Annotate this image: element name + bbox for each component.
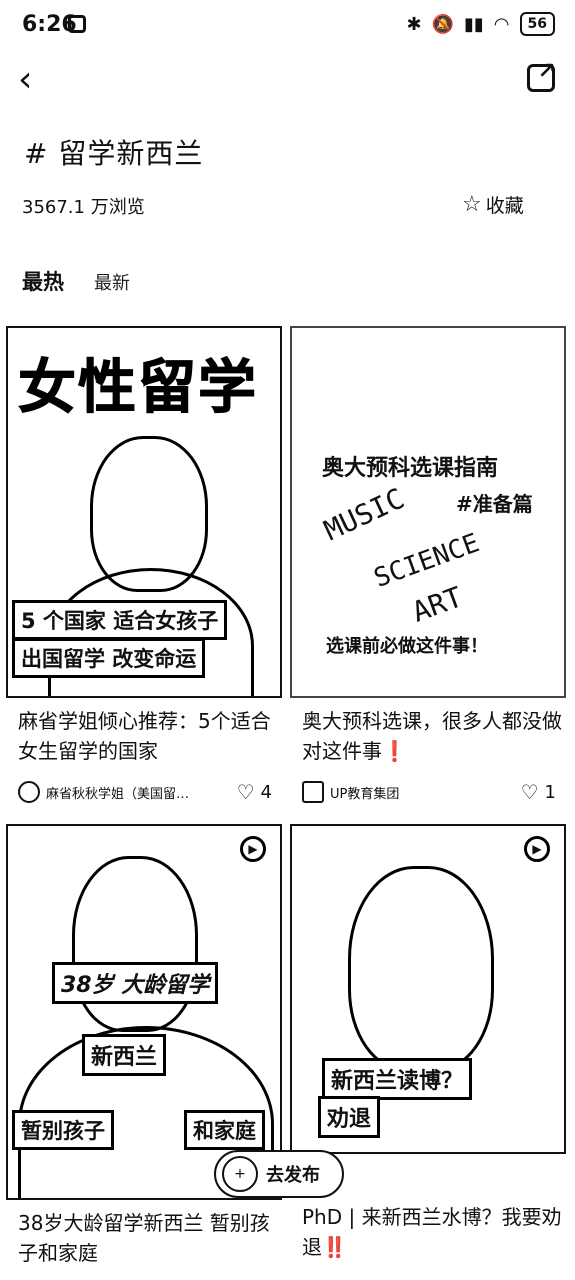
like-button[interactable]: ♡ 1 <box>521 780 566 804</box>
publish-button[interactable]: + 去发布 <box>214 1150 344 1198</box>
notification-icon <box>68 15 86 33</box>
author[interactable]: UP教育集团 <box>302 781 399 803</box>
like-count: 1 <box>544 781 556 803</box>
share-icon: ↗ <box>537 59 556 84</box>
post-title[interactable]: 奥大预科选课，很多人都没做对这件事❗️ <box>290 706 566 766</box>
heart-icon: ♡ <box>236 780 255 804</box>
wifi-icon: ◠ <box>493 13 510 35</box>
post-thumbnail[interactable]: ▶ 38岁 大龄留学 新西兰 暂别孩子 和家庭 <box>6 824 282 1200</box>
post-card[interactable]: MUSIC ART SCIENCE 奥大预科选课指南 #准备篇 选课前必做这件事… <box>290 326 566 804</box>
post-title[interactable]: 38岁大龄留学新西兰 暂别孩子和家庭 <box>6 1208 282 1268</box>
post-card[interactable]: 女性留学 5 个国家 适合女孩子 出国留学 改变命运 麻省学姐倾心推荐：5个适合… <box>6 326 282 804</box>
avatar[interactable] <box>18 781 40 803</box>
thumb-word: ART <box>407 580 467 629</box>
thumb-subtitle: #准备篇 <box>450 486 539 519</box>
status-bar: 6:26 ✱ 🔕 ▮▮ ◠ 56 <box>0 0 575 52</box>
status-icons: ✱ 🔕 ▮▮ ◠ 56 <box>406 12 555 36</box>
publish-icon: + <box>222 1156 258 1192</box>
like-button[interactable]: ♡ 4 <box>237 780 282 804</box>
post-title[interactable]: 麻省学姐倾心推荐：5个适合女生留学的国家 <box>6 706 282 766</box>
signal-icon: ▮▮ <box>463 13 484 35</box>
back-button[interactable]: ‹ <box>18 60 58 100</box>
post-thumbnail[interactable]: 女性留学 5 个国家 适合女孩子 出国留学 改变命运 <box>6 326 282 698</box>
thumb-subtitle: 新西兰 <box>82 1034 167 1076</box>
post-thumbnail[interactable]: ▶ 新西兰读博？ 劝退 <box>290 824 566 1154</box>
thumb-headline: 奥大预科选课指南 <box>316 448 505 484</box>
author-name: 麻省秋秋学姐（美国留… <box>46 786 190 802</box>
sort-tabs: 最热 最新 <box>22 266 130 296</box>
author[interactable]: 麻省秋秋学姐（美国留… <box>18 781 189 803</box>
author-name: UP教育集团 <box>330 786 400 802</box>
page-title: # 留学新西兰 <box>24 137 204 170</box>
play-icon: ▶ <box>524 836 550 862</box>
thumb-subtitle: 选课前必做这件事！ <box>320 630 494 660</box>
view-count: 3567.1 万浏览 <box>22 197 145 218</box>
thumb-subtitle: 和家庭 <box>184 1110 265 1150</box>
thumb-headline: 新西兰读博？ <box>322 1058 473 1100</box>
share-button[interactable]: ↗ <box>527 59 556 92</box>
thumb-headline: 38岁 大龄留学 <box>52 962 219 1004</box>
post-thumbnail[interactable]: MUSIC ART SCIENCE 奥大预科选课指南 #准备篇 选课前必做这件事… <box>290 326 566 698</box>
thumb-subtitle: 劝退 <box>318 1096 381 1138</box>
thumb-subtitle: 5 个国家 适合女孩子 <box>12 600 228 640</box>
star-icon: ☆ <box>462 192 482 217</box>
person-illustration <box>72 856 198 1032</box>
tab-hot[interactable]: 最热 <box>22 266 64 296</box>
thumb-subtitle: 出国留学 改变命运 <box>12 638 206 678</box>
thumb-subtitle: 暂别孩子 <box>12 1110 114 1150</box>
thumb-word: SCIENCE <box>370 528 484 594</box>
person-illustration <box>348 866 494 1072</box>
favorite-button[interactable]: ☆ 收藏 <box>462 191 524 218</box>
publish-label: 去发布 <box>266 1165 320 1186</box>
post-card[interactable]: ▶ 38岁 大龄留学 新西兰 暂别孩子 和家庭 38岁大龄留学新西兰 暂别孩子和… <box>6 824 282 1268</box>
bluetooth-icon: ✱ <box>406 13 422 35</box>
thumb-word: MUSIC <box>318 481 410 548</box>
heart-icon: ♡ <box>520 780 539 804</box>
back-arrow-icon: ‹ <box>18 59 33 100</box>
battery-icon: 56 <box>519 12 555 36</box>
like-count: 4 <box>260 781 272 803</box>
post-meta: UP教育集团 ♡ 1 <box>290 780 566 804</box>
mute-icon: 🔕 <box>431 13 454 35</box>
post-card[interactable]: ▶ 新西兰读博？ 劝退 PhD | 来新西兰水博？我要劝退‼️ <box>290 824 566 1262</box>
play-icon: ▶ <box>240 836 266 862</box>
favorite-label: 收藏 <box>485 195 524 217</box>
avatar[interactable] <box>302 781 324 803</box>
thumb-headline: 女性留学 <box>17 353 259 422</box>
post-meta: 麻省秋秋学姐（美国留… ♡ 4 <box>6 780 282 804</box>
post-title[interactable]: PhD | 来新西兰水博？我要劝退‼️ <box>290 1202 566 1262</box>
tab-new[interactable]: 最新 <box>94 269 130 295</box>
